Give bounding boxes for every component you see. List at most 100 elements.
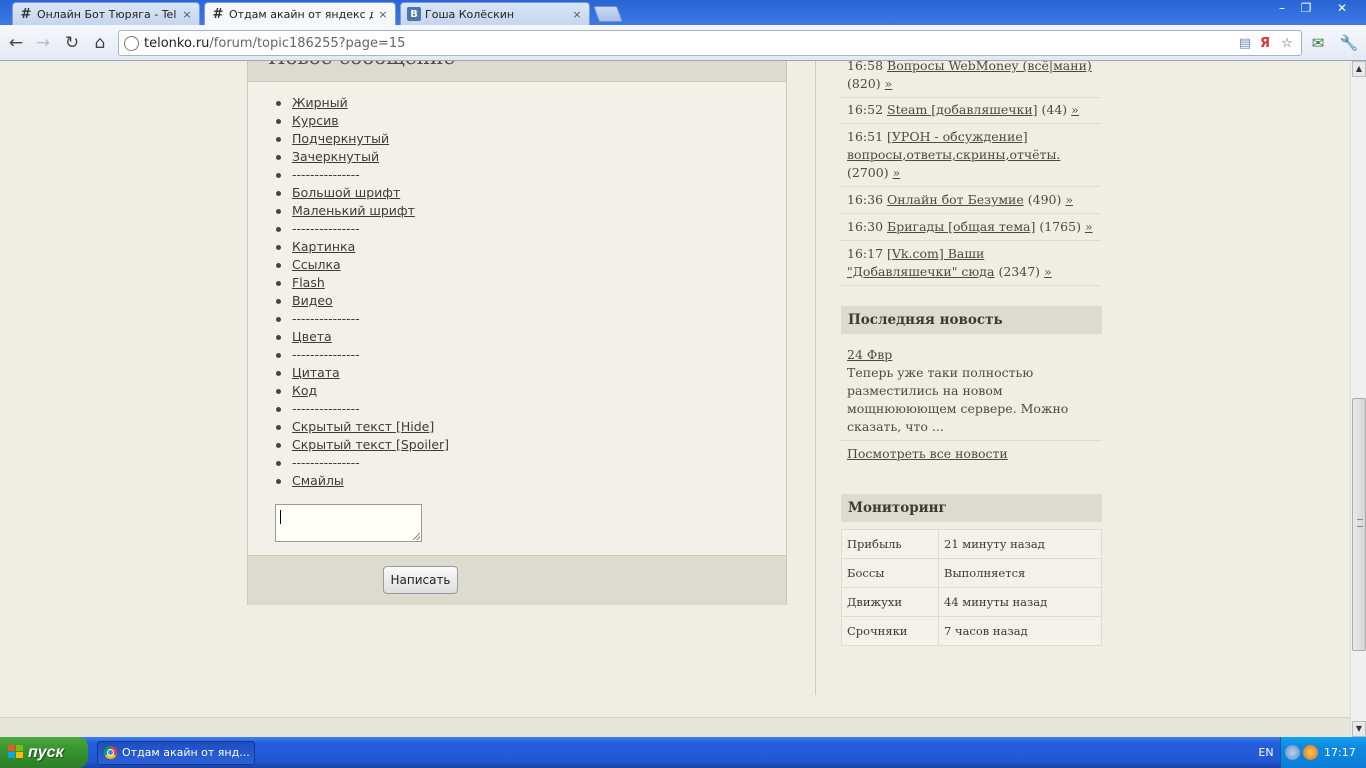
start-button[interactable]: пуск	[0, 737, 88, 768]
bbcode-link[interactable]: Большой шрифт	[292, 185, 400, 200]
tab-online-bot[interactable]: # Онлайн Бот Тюряга - Telonk ×	[12, 2, 200, 25]
taskbar-chrome-window[interactable]: Отдам акайн от янд...	[97, 741, 255, 765]
maximize-icon[interactable]: ❐	[1295, 1, 1317, 16]
topic-last-page-link[interactable]: »	[885, 76, 893, 91]
forward-icon[interactable]: →	[32, 32, 54, 54]
topic-last-page-link[interactable]: »	[1044, 264, 1052, 279]
submit-button[interactable]: Написать	[383, 566, 458, 594]
topic-count: (44)	[1041, 102, 1068, 117]
back-arrow-tray-icon[interactable]	[1285, 745, 1300, 760]
monitoring-value: 21 минуту назад	[938, 529, 1102, 559]
topic-item: 16:36 Онлайн бот Безумие (490) »	[841, 187, 1101, 214]
news-text: Теперь уже таки полностью разместились н…	[847, 365, 1069, 434]
topic-last-page-link[interactable]: »	[893, 165, 901, 180]
bbcode-link[interactable]: Курсив	[292, 113, 339, 128]
bbcode-link[interactable]: Картинка	[292, 239, 355, 254]
url-text: telonko.ru/forum/topic186255?page=15	[144, 36, 406, 51]
topic-link[interactable]: Бригады [общая тема]	[887, 219, 1035, 234]
all-news-link[interactable]: Посмотреть все новости	[847, 446, 1008, 461]
scroll-thumb[interactable]	[1352, 398, 1366, 651]
bbcode-item: Подчеркнутый	[274, 130, 449, 148]
topic-count: (2700)	[847, 165, 889, 180]
tab-close-icon[interactable]: ×	[181, 8, 193, 21]
tab-title: Онлайн Бот Тюряга - Telonk	[37, 7, 177, 21]
topic-count: (820)	[847, 76, 881, 91]
bbcode-item: Ссылка	[274, 256, 449, 274]
monitoring-row: Срочняки 7 часов назад	[841, 616, 1102, 646]
clock: 17:17	[1324, 746, 1356, 759]
tab-vk-profile[interactable]: B Гоша Колёскин ×	[400, 2, 590, 25]
topic-last-page-link[interactable]: »	[1065, 192, 1073, 207]
bbcode-link[interactable]: Смайлы	[292, 473, 344, 488]
page-icon[interactable]: ▤	[1237, 36, 1253, 52]
scroll-up-icon[interactable]: ▲	[1352, 61, 1366, 77]
monitoring-value: 44 минуты назад	[938, 587, 1102, 617]
bbcode-item: Жирный	[274, 94, 449, 112]
monitoring-key: Срочняки	[841, 616, 939, 646]
home-icon[interactable]: ⌂	[89, 32, 111, 54]
reload-icon[interactable]: ↻	[61, 32, 83, 54]
tab-close-icon[interactable]: ×	[571, 8, 583, 21]
bbcode-item: Маленький шрифт	[274, 202, 449, 220]
grip-icon	[1357, 519, 1363, 527]
resize-grip-icon[interactable]	[413, 533, 420, 540]
topic-link[interactable]: Онлайн бот Безумие	[887, 192, 1024, 207]
wrench-icon[interactable]: 🔧	[1338, 32, 1360, 54]
message-textarea[interactable]	[275, 504, 422, 542]
topic-time: 16:51	[847, 129, 884, 144]
bbcode-item: Курсив	[274, 112, 449, 130]
bbcode-link[interactable]: Flash	[292, 275, 325, 290]
bbcode-item: Смайлы	[274, 472, 449, 490]
topic-item: 16:17 [Vk.com] Ваши "Добавляшечки" сюда …	[841, 241, 1101, 286]
language-indicator[interactable]: EN	[1254, 737, 1278, 768]
bbcode-link[interactable]: Скрытый текст [Hide]	[292, 419, 434, 434]
bbcode-link[interactable]: Зачеркнутый	[292, 149, 379, 164]
topic-time: 16:30	[847, 219, 884, 234]
topic-link[interactable]: Вопросы WebMoney (всё|мани)	[887, 61, 1092, 73]
minimize-icon[interactable]: –	[1271, 1, 1293, 16]
bbcode-link[interactable]: Скрытый текст [Spoiler]	[292, 437, 449, 452]
bbcode-separator: ---------------	[292, 311, 360, 326]
page-content: Новое сообщение Жирный Курсив Подчеркнутый…	[0, 61, 1350, 737]
bbcode-item: Зачеркнутый	[274, 148, 449, 166]
bbcode-link[interactable]: Код	[292, 383, 317, 398]
new-tab-button[interactable]	[593, 6, 623, 22]
news-header: Последняя новость	[841, 306, 1102, 334]
bbcode-link[interactable]: Видео	[292, 293, 333, 308]
topic-link[interactable]: Steam [добавляшечки]	[887, 102, 1038, 117]
bbcode-separator: ---------------	[292, 401, 360, 416]
topic-time: 16:58	[847, 61, 884, 73]
scroll-down-icon[interactable]: ▼	[1352, 721, 1366, 737]
yandex-tray-icon[interactable]	[1303, 745, 1318, 760]
bbcode-link[interactable]: Подчеркнутый	[292, 131, 389, 146]
monitoring-row: Боссы Выполняется	[841, 558, 1102, 588]
tab-close-icon[interactable]: ×	[377, 8, 389, 21]
hash-favicon-icon: #	[20, 6, 32, 22]
news-date-link[interactable]: 24 Фвр	[847, 347, 892, 362]
topic-count: (1765)	[1039, 219, 1081, 234]
bbcode-link[interactable]: Маленький шрифт	[292, 203, 415, 218]
vertical-scrollbar[interactable]: ▲ ▼	[1350, 61, 1366, 737]
news-divider	[841, 440, 1102, 441]
bbcode-link[interactable]: Жирный	[292, 95, 348, 110]
mail-icon[interactable]: ✉	[1307, 32, 1329, 54]
form-footer: Написать	[248, 555, 786, 605]
bbcode-link[interactable]: Ссылка	[292, 257, 341, 272]
back-icon[interactable]: ←	[5, 32, 27, 54]
tab-current[interactable]: # Отдам акайн от яндекс ден ×	[204, 2, 396, 26]
yandex-icon[interactable]: Я	[1257, 36, 1273, 52]
address-bar[interactable]: telonko.ru/forum/topic186255?page=15 ▤ Я…	[118, 30, 1302, 56]
topic-last-page-link[interactable]: »	[1085, 219, 1093, 234]
monitoring-row: Прибыль 21 минуту назад	[841, 529, 1102, 559]
monitoring-key: Прибыль	[841, 529, 939, 559]
star-icon[interactable]: ☆	[1279, 36, 1295, 52]
bbcode-item: Цитата	[274, 364, 449, 382]
bbcode-link[interactable]: Цвета	[292, 329, 332, 344]
topic-time: 16:52	[847, 102, 884, 117]
browser-tab-strip: # Онлайн Бот Тюряга - Telonk × # Отдам а…	[0, 0, 1366, 26]
topic-last-page-link[interactable]: »	[1071, 102, 1079, 117]
bbcode-item: ---------------	[274, 454, 449, 472]
bbcode-item: Flash	[274, 274, 449, 292]
close-window-icon[interactable]: ✕	[1330, 1, 1354, 16]
bbcode-link[interactable]: Цитата	[292, 365, 340, 380]
